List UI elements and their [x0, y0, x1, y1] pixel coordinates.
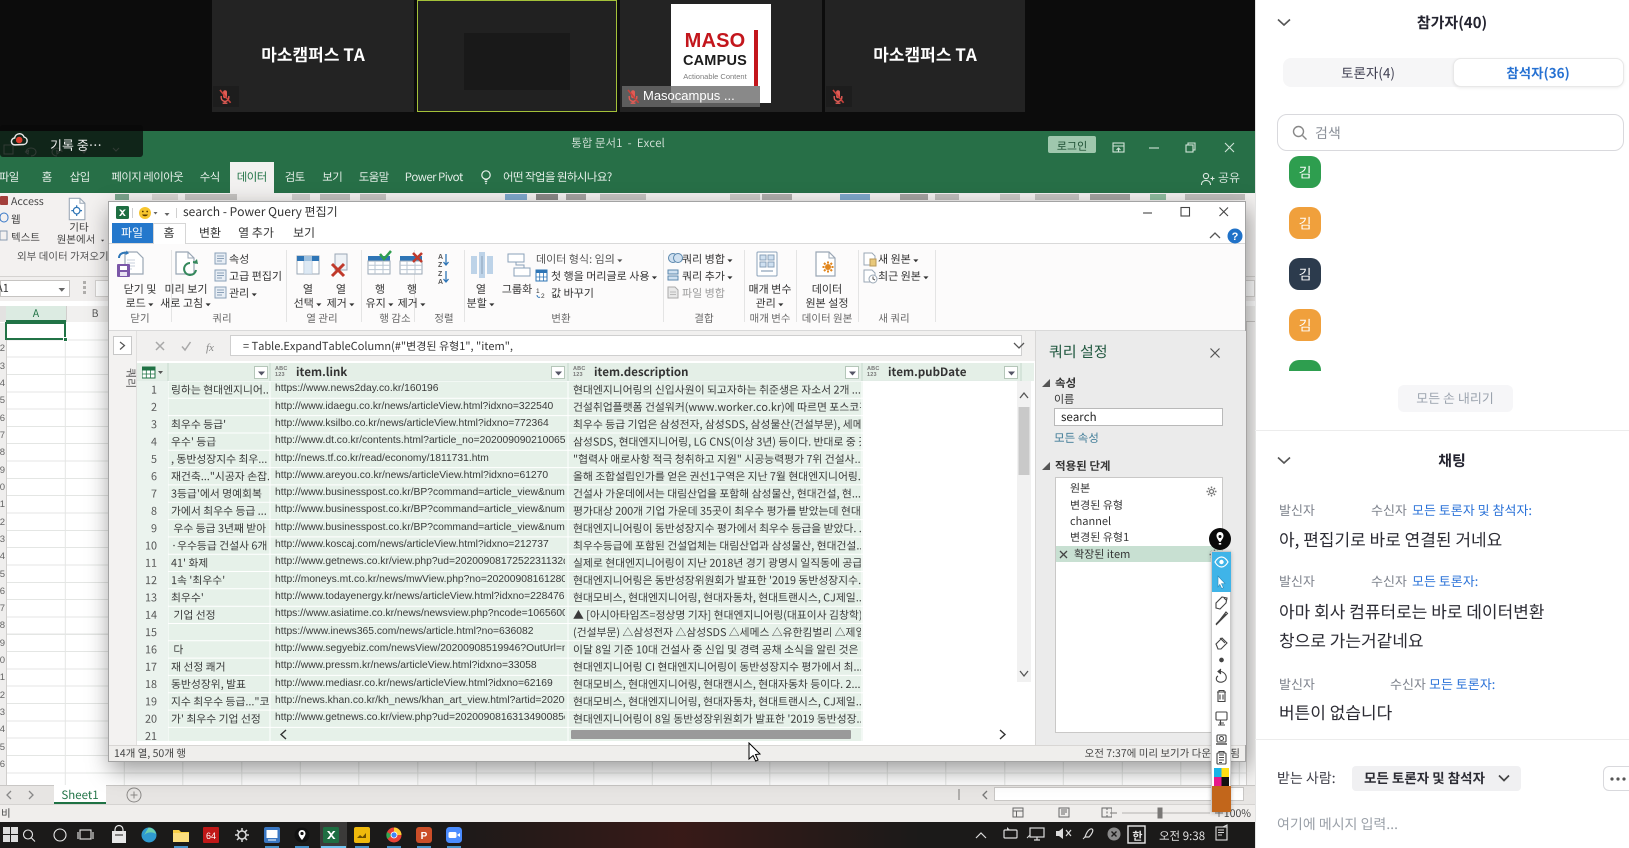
- svg-text:Z: Z: [438, 271, 443, 278]
- svg-text:2: 2: [541, 293, 545, 300]
- svg-text:Z: Z: [438, 262, 443, 269]
- svg-text:A: A: [438, 279, 443, 286]
- svg-text:P: P: [421, 831, 428, 842]
- svg-text:?: ?: [1232, 231, 1239, 243]
- svg-text:A: A: [438, 254, 443, 261]
- svg-text:fx: fx: [206, 342, 214, 354]
- svg-text:1: 1: [536, 288, 540, 295]
- svg-text:64: 64: [206, 831, 216, 841]
